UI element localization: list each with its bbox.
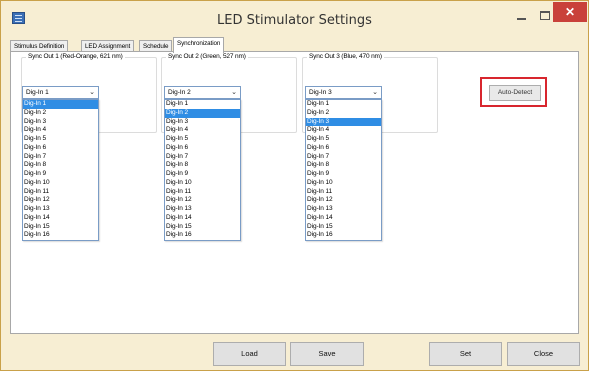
dropdown-option[interactable]: Dig-In 16 (23, 231, 98, 240)
sync-out-3-label: Sync Out 3 (Blue, 470 nm) (307, 53, 384, 60)
dropdown-option[interactable]: Dig-In 3 (165, 118, 240, 127)
sync-out-1-value: Dig-In 1 (26, 89, 49, 96)
dropdown-option[interactable]: Dig-In 13 (165, 205, 240, 214)
sync-out-2-dropdown-list: Dig-In 1 Dig-In 2 Dig-In 3 Dig-In 4 Dig-In 5… (164, 99, 241, 241)
sync-out-2-value: Dig-In 2 (168, 89, 191, 96)
sync-out-2-label: Sync Out 2 (Green, 527 nm) (166, 53, 248, 60)
close-icon: ✕ (564, 5, 576, 19)
window-title: LED Stimulator Settings (217, 13, 372, 28)
chevron-down-icon: ⌄ (231, 89, 237, 96)
dropdown-option[interactable]: Dig-In 8 (165, 161, 240, 170)
dropdown-option[interactable]: Dig-In 13 (306, 205, 381, 214)
close-window-button[interactable]: ✕ (553, 2, 587, 22)
dropdown-option[interactable]: Dig-In 1 (23, 100, 98, 109)
dropdown-option[interactable]: Dig-In 4 (306, 126, 381, 135)
dropdown-option[interactable]: Dig-In 9 (306, 170, 381, 179)
title-bar[interactable]: LED Stimulator Settings ✕ (1, 1, 588, 35)
dropdown-option[interactable]: Dig-In 3 (23, 118, 98, 127)
sync-out-3-select[interactable]: Dig-In 3 ⌄ (305, 86, 382, 99)
sync-out-1-dropdown-list: Dig-In 1 Dig-In 2 Dig-In 3 Dig-In 4 Dig-In 5… (22, 99, 99, 241)
dropdown-option[interactable]: Dig-In 6 (165, 144, 240, 153)
auto-detect-button[interactable]: Auto-Detect (489, 85, 541, 101)
dropdown-option[interactable]: Dig-In 6 (306, 144, 381, 153)
dropdown-option[interactable]: Dig-In 9 (23, 170, 98, 179)
dropdown-option[interactable]: Dig-In 14 (165, 214, 240, 223)
dropdown-option[interactable]: Dig-In 6 (23, 144, 98, 153)
dropdown-option[interactable]: Dig-In 11 (23, 188, 98, 197)
dropdown-option[interactable]: Dig-In 1 (306, 100, 381, 109)
chevron-down-icon: ⌄ (89, 89, 95, 96)
dropdown-option[interactable]: Dig-In 9 (165, 170, 240, 179)
dropdown-option[interactable]: Dig-In 11 (306, 188, 381, 197)
dropdown-option[interactable]: Dig-In 16 (165, 231, 240, 240)
maximize-icon (540, 10, 550, 20)
dropdown-option[interactable]: Dig-In 10 (306, 179, 381, 188)
dropdown-option[interactable]: Dig-In 1 (165, 100, 240, 109)
settings-window: LED Stimulator Settings ✕ Stimulus Defin… (0, 0, 589, 371)
dropdown-option[interactable]: Dig-In 16 (306, 231, 381, 240)
dropdown-option[interactable]: Dig-In 4 (23, 126, 98, 135)
close-button[interactable]: Close (507, 342, 580, 366)
dropdown-option[interactable]: Dig-In 12 (165, 196, 240, 205)
dropdown-option[interactable]: Dig-In 10 (23, 179, 98, 188)
dropdown-option[interactable]: Dig-In 14 (23, 214, 98, 223)
dropdown-option[interactable]: Dig-In 2 (165, 108, 240, 118)
sync-out-1-label: Sync Out 1 (Red-Orange, 621 nm) (26, 53, 125, 60)
dropdown-option[interactable]: Dig-In 5 (306, 135, 381, 144)
dropdown-option[interactable]: Dig-In 11 (165, 188, 240, 197)
dropdown-option[interactable]: Dig-In 3 (306, 117, 381, 127)
dropdown-option[interactable]: Dig-In 5 (23, 135, 98, 144)
dropdown-option[interactable]: Dig-In 4 (165, 126, 240, 135)
dropdown-option[interactable]: Dig-In 7 (165, 153, 240, 162)
set-button[interactable]: Set (429, 342, 502, 366)
dropdown-option[interactable]: Dig-In 15 (306, 223, 381, 232)
dropdown-option[interactable]: Dig-In 10 (165, 179, 240, 188)
dropdown-option[interactable]: Dig-In 8 (23, 161, 98, 170)
save-button[interactable]: Save (290, 342, 364, 366)
dropdown-option[interactable]: Dig-In 13 (23, 205, 98, 214)
tab-synchronization[interactable]: Synchronization (173, 37, 225, 53)
dropdown-option[interactable]: Dig-In 12 (306, 196, 381, 205)
dropdown-option[interactable]: Dig-In 2 (23, 109, 98, 118)
load-button[interactable]: Load (213, 342, 286, 366)
sync-out-1-select[interactable]: Dig-In 1 ⌄ (22, 86, 99, 99)
dropdown-option[interactable]: Dig-In 15 (23, 223, 98, 232)
sync-out-3-dropdown-list: Dig-In 1 Dig-In 2 Dig-In 3 Dig-In 4 Dig-In 5… (305, 99, 382, 241)
dropdown-option[interactable]: Dig-In 14 (306, 214, 381, 223)
dropdown-option[interactable]: Dig-In 15 (165, 223, 240, 232)
dropdown-option[interactable]: Dig-In 7 (306, 153, 381, 162)
dropdown-option[interactable]: Dig-In 5 (165, 135, 240, 144)
dropdown-option[interactable]: Dig-In 12 (23, 196, 98, 205)
dropdown-option[interactable]: Dig-In 7 (23, 153, 98, 162)
minimize-button[interactable] (509, 4, 533, 26)
dropdown-option[interactable]: Dig-In 2 (306, 109, 381, 118)
sync-out-2-select[interactable]: Dig-In 2 ⌄ (164, 86, 241, 99)
dropdown-option[interactable]: Dig-In 8 (306, 161, 381, 170)
chevron-down-icon: ⌄ (372, 89, 378, 96)
sync-out-3-value: Dig-In 3 (309, 89, 332, 96)
minimize-icon (516, 18, 526, 20)
